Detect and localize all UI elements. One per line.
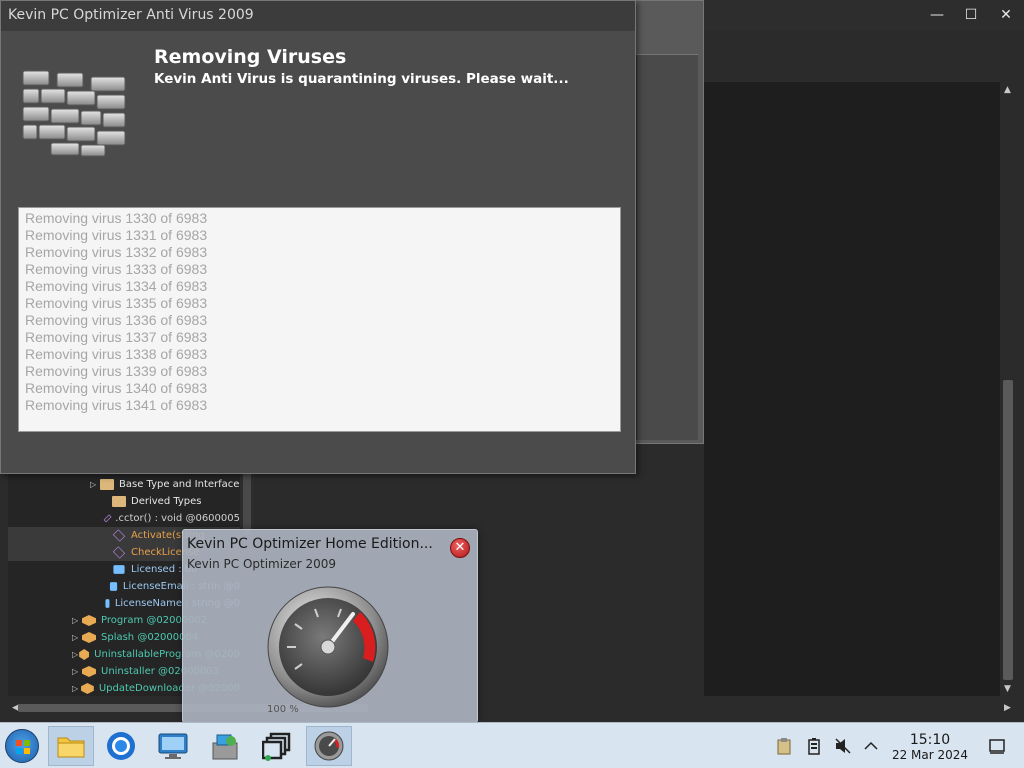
log-line: Removing virus 1337 of 6983 xyxy=(25,329,208,345)
clipboard-icon[interactable] xyxy=(775,737,793,755)
windows-orb-icon xyxy=(16,740,30,754)
taskbar-chromium[interactable] xyxy=(98,726,144,766)
installer-icon xyxy=(212,734,238,760)
log-line: Removing virus 1334 of 6983 xyxy=(25,278,208,294)
tree-item[interactable]: .cctor() : void @0600005 xyxy=(8,510,240,527)
monitor-icon xyxy=(158,733,188,759)
class-icon xyxy=(81,683,94,694)
battery-icon[interactable] xyxy=(805,737,823,755)
minimize-button[interactable]: — xyxy=(925,5,949,25)
popup-close-icon[interactable]: ✕ xyxy=(450,538,470,558)
log-line: Removing virus 1336 of 6983 xyxy=(25,312,208,328)
header-subtitle: Kevin Anti Virus is quarantining viruses… xyxy=(154,71,569,87)
optimizer-notification-popup[interactable]: Kevin PC Optimizer Home Edition... Kevin… xyxy=(182,529,478,723)
method-icon xyxy=(112,546,126,559)
method-icon xyxy=(112,529,126,542)
tree-item[interactable]: ▷ Base Type and Interface xyxy=(8,476,240,493)
log-line: Removing virus 1340 of 6983 xyxy=(25,380,208,396)
taskbar-remote-desktop[interactable] xyxy=(150,726,196,766)
secondary-window-body xyxy=(636,54,698,440)
log-line: Removing virus 1332 of 6983 xyxy=(25,244,208,260)
tree-expander-icon[interactable]: ▷ xyxy=(72,680,81,696)
virus-log-list[interactable]: Removing virus 1330 of 6983 Removing viru… xyxy=(18,207,621,432)
code-editor-area[interactable] xyxy=(704,82,1000,696)
scroll-down-arrow-icon[interactable]: ▼ xyxy=(1004,684,1011,694)
tree-expander-icon[interactable]: ▷ xyxy=(72,612,82,629)
log-line: Removing virus 1331 of 6983 xyxy=(25,227,208,243)
start-button[interactable] xyxy=(5,729,39,763)
taskbar-file-explorer[interactable] xyxy=(48,726,94,766)
gauge-icon xyxy=(314,731,344,761)
log-line: Removing virus 1339 of 6983 xyxy=(25,363,208,379)
clock-time[interactable]: 15:10 xyxy=(890,732,970,748)
folder-icon xyxy=(100,479,114,490)
scroll-up-arrow-icon[interactable]: ▲ xyxy=(1004,85,1011,95)
log-line: Removing virus 1333 of 6983 xyxy=(25,261,208,277)
folder-icon xyxy=(112,496,126,507)
taskbar-kevin-pc-optimizer[interactable] xyxy=(306,726,352,766)
class-icon xyxy=(82,615,96,626)
prop-icon xyxy=(109,582,117,591)
tree-expander-icon[interactable]: ▷ xyxy=(90,476,100,493)
class-icon xyxy=(79,649,90,660)
folder-icon xyxy=(57,737,85,758)
header-title: Removing Viruses xyxy=(154,46,347,68)
close-button[interactable]: ✕ xyxy=(994,5,1018,25)
chevron-up-icon[interactable] xyxy=(862,737,880,755)
tree-panel-scroll-thumb[interactable] xyxy=(243,474,251,534)
show-desktop-icon[interactable] xyxy=(988,737,1006,755)
popup-subtitle: Kevin PC Optimizer 2009 xyxy=(187,557,337,571)
speedometer-gauge-icon xyxy=(267,586,389,708)
firewall-brick-wall-icon xyxy=(22,70,126,157)
tree-expander-icon[interactable]: ▷ xyxy=(72,629,82,646)
chromium-icon xyxy=(107,732,135,760)
log-line: Removing virus 1330 of 6983 xyxy=(25,210,208,226)
tree-item[interactable]: Derived Types xyxy=(8,493,240,510)
tree-item-label: .cctor() : void @0600005 xyxy=(115,513,240,524)
class-icon xyxy=(82,666,96,677)
volume-muted-icon[interactable] xyxy=(834,737,852,755)
progress-percent-label: 100 % xyxy=(267,704,299,715)
clock-date[interactable]: 22 Mar 2024 xyxy=(880,748,980,762)
anti-virus-dialog: Kevin PC Optimizer Anti Virus 2009 Remov… xyxy=(0,0,636,474)
dialog-title: Kevin PC Optimizer Anti Virus 2009 xyxy=(8,7,254,23)
windows-stack-icon xyxy=(262,732,291,761)
prop-icon xyxy=(113,565,125,574)
prop-icon xyxy=(105,599,110,608)
tree-item-label: Derived Types xyxy=(131,496,202,507)
taskbar-task-switcher[interactable] xyxy=(254,726,300,766)
maximize-button[interactable]: ☐ xyxy=(959,5,983,25)
log-line: Removing virus 1341 of 6983 xyxy=(25,397,208,413)
tree-expander-icon[interactable]: ▷ xyxy=(72,646,79,663)
dialog-titlebar[interactable]: Kevin PC Optimizer Anti Virus 2009 xyxy=(1,1,635,31)
method-icon xyxy=(103,514,112,523)
taskbar: 15:10 22 Mar 2024 xyxy=(0,722,1024,768)
vertical-scroll-thumb[interactable] xyxy=(1003,380,1013,680)
scroll-right-arrow-icon[interactable]: ▶ xyxy=(1004,703,1011,713)
log-line: Removing virus 1338 of 6983 xyxy=(25,346,208,362)
taskbar-package-installer[interactable] xyxy=(202,726,248,766)
popup-title: Kevin PC Optimizer Home Edition... xyxy=(187,536,433,552)
tree-item-label: Base Type and Interface xyxy=(119,479,240,490)
log-line: Removing virus 1335 of 6983 xyxy=(25,295,208,311)
class-icon xyxy=(82,632,96,643)
tree-expander-icon[interactable]: ▷ xyxy=(72,663,82,680)
